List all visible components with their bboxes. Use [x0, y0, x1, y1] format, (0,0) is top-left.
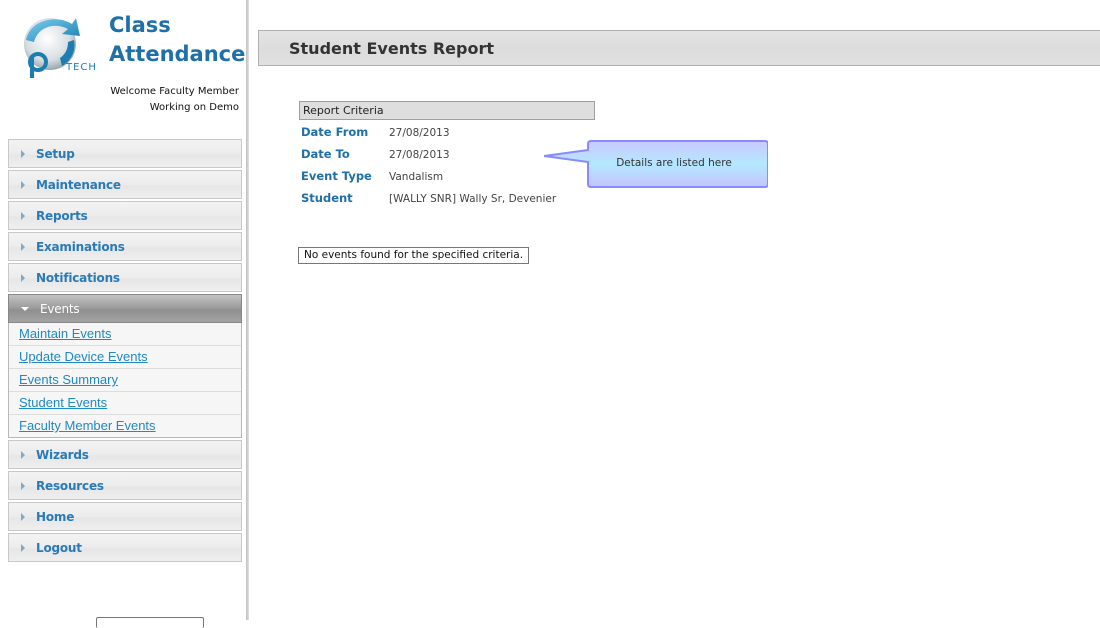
caret-right-icon	[21, 512, 25, 521]
svg-text:TECH: TECH	[65, 62, 97, 73]
main-content: Student Events Report Report Criteria Da…	[258, 0, 1100, 620]
report-criteria-heading: Report Criteria	[299, 101, 595, 120]
caret-right-icon	[21, 481, 25, 490]
welcome-text: Welcome Faculty Member	[110, 86, 239, 97]
app-title-line1: Class	[109, 13, 171, 37]
sidebar-item-label: Reports	[36, 208, 88, 223]
caret-right-icon	[21, 180, 25, 189]
criteria-value: 27/08/2013	[389, 149, 450, 161]
sidebar: TECH Class Attendance Welcome Faculty Me…	[0, 0, 246, 628]
criteria-row-student: Student [WALLY SNR] Wally Sr, Devenier	[301, 191, 556, 205]
sidebar-item-maintenance[interactable]: Maintenance	[8, 170, 242, 199]
callout-text: Details are listed here	[616, 157, 732, 169]
caret-down-icon	[21, 306, 29, 311]
app-title: Class Attendance	[109, 11, 245, 69]
caret-right-icon	[21, 273, 25, 282]
sidebar-item-label: Examinations	[36, 239, 125, 254]
criteria-label: Student	[301, 191, 353, 205]
sidebar-item-events[interactable]: Events	[8, 294, 242, 323]
sidebar-divider	[246, 0, 249, 620]
sidebar-item-logout[interactable]: Logout	[8, 533, 242, 562]
sidebar-item-notifications[interactable]: Notifications	[8, 263, 242, 292]
caret-right-icon	[21, 450, 25, 459]
criteria-row-date-to: Date To 27/08/2013	[301, 147, 450, 161]
criteria-value: 27/08/2013	[389, 127, 450, 139]
bottom-button[interactable]	[96, 617, 204, 628]
sidebar-item-examinations[interactable]: Examinations	[8, 232, 242, 261]
caret-right-icon	[21, 149, 25, 158]
submenu-link-student-events[interactable]: Student Events	[9, 392, 241, 415]
page-title: Student Events Report	[289, 39, 494, 58]
criteria-value: Vandalism	[389, 171, 444, 183]
criteria-row-event-type: Event Type Vandalism	[301, 169, 443, 183]
sidebar-item-setup[interactable]: Setup	[8, 139, 242, 168]
no-events-message: No events found for the specified criter…	[298, 247, 530, 264]
sidebar-item-label: Maintenance	[36, 177, 121, 192]
criteria-value: [WALLY SNR] Wally Sr, Devenier	[389, 193, 557, 205]
sidebar-item-home[interactable]: Home	[8, 502, 242, 531]
sidebar-item-label: Home	[36, 509, 75, 524]
criteria-label: Event Type	[301, 169, 372, 183]
criteria-label: Date To	[301, 147, 350, 161]
sidebar-item-label: Setup	[36, 146, 75, 161]
events-submenu: Maintain Events Update Device Events Eve…	[8, 323, 242, 438]
sidebar-item-label: Notifications	[36, 270, 120, 285]
sidebar-item-resources[interactable]: Resources	[8, 471, 242, 500]
criteria-label: Date From	[301, 125, 369, 139]
caret-right-icon	[21, 242, 25, 251]
criteria-row-date-from: Date From 27/08/2013	[301, 125, 450, 139]
page-header: Student Events Report	[258, 30, 1100, 66]
sidebar-item-label: Events	[40, 301, 80, 316]
working-on-text: Working on Demo	[149, 102, 239, 113]
submenu-link-events-summary[interactable]: Events Summary	[9, 369, 241, 392]
sidebar-item-label: Resources	[36, 478, 104, 493]
iptech-logo: TECH	[24, 18, 97, 78]
submenu-link-maintain-events[interactable]: Maintain Events	[9, 323, 241, 346]
sidebar-item-reports[interactable]: Reports	[8, 201, 242, 230]
sidebar-item-label: Wizards	[36, 447, 89, 462]
app-title-line2: Attendance	[109, 42, 246, 66]
caret-right-icon	[21, 543, 25, 552]
welcome-block: Welcome Faculty Member Working on Demo	[39, 84, 239, 116]
submenu-link-update-device-events[interactable]: Update Device Events	[9, 346, 241, 369]
sidebar-item-wizards[interactable]: Wizards	[8, 440, 242, 469]
caret-right-icon	[21, 211, 25, 220]
sidebar-item-label: Logout	[36, 540, 82, 555]
sidebar-menu: Setup Maintenance Reports Examinations N…	[8, 139, 242, 564]
submenu-link-faculty-member-events[interactable]: Faculty Member Events	[9, 415, 241, 437]
